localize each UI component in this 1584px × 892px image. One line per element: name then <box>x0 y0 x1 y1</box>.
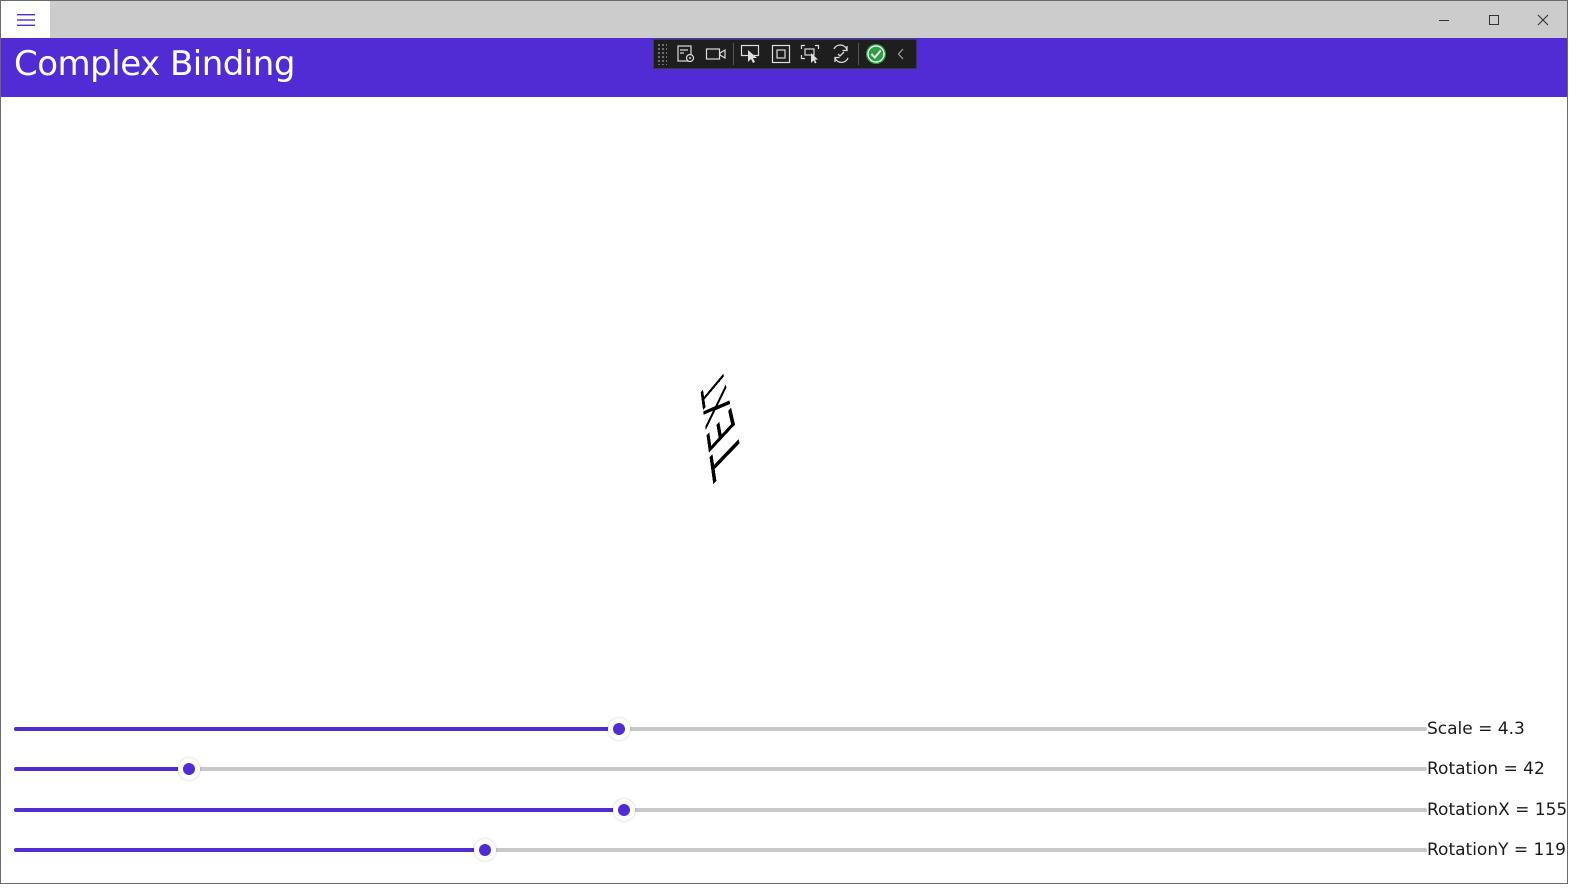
rotationy-slider[interactable] <box>14 839 1427 861</box>
collapse-chevron-icon <box>897 48 904 60</box>
title-bar[interactable] <box>1 1 1567 38</box>
slider-thumb[interactable] <box>613 799 636 821</box>
hot-reload-button[interactable] <box>826 41 856 67</box>
toolbar-separator <box>858 43 859 65</box>
scale-slider-row: Scale = 4.3 <box>14 714 1564 744</box>
scale-slider[interactable] <box>14 718 1427 740</box>
xaml-hot-reload-status-button[interactable] <box>861 41 891 67</box>
minimize-icon <box>1439 19 1449 21</box>
toolbar-grip-handle[interactable] <box>657 43 667 65</box>
rotationy-slider-row: RotationY = 119 <box>14 835 1566 865</box>
hot-reload-icon <box>833 44 849 64</box>
rotationy-label: RotationY = 119 <box>1427 840 1566 860</box>
record-button[interactable] <box>701 41 731 67</box>
page-content: TEXT Scale = 4.3 Rotation = 42 RotationX… <box>1 97 1567 883</box>
hamburger-menu-icon <box>16 13 35 26</box>
maximize-button[interactable] <box>1471 1 1517 38</box>
slider-fill <box>14 808 625 812</box>
close-button[interactable] <box>1520 1 1566 38</box>
slider-fill <box>14 848 485 852</box>
live-visual-tree-button[interactable] <box>671 41 701 67</box>
live-visual-tree-icon <box>677 45 695 63</box>
display-layout-adorners-button[interactable] <box>766 41 796 67</box>
slider-thumb[interactable] <box>473 839 496 861</box>
app-header: Complex Binding <box>1 38 1567 97</box>
track-focused-element-button[interactable] <box>796 41 826 67</box>
transformed-label: TEXT <box>695 357 753 491</box>
debug-toolbar <box>653 39 917 69</box>
minimize-button[interactable] <box>1421 1 1467 38</box>
hamburger-menu-button[interactable] <box>1 1 50 38</box>
page-title: Complex Binding <box>14 44 295 84</box>
toolbar-separator <box>733 43 734 65</box>
app-window: Complex Binding TEXT Scale = 4.3 Rotatio… <box>0 0 1568 884</box>
xaml-hot-reload-status-icon <box>866 44 886 64</box>
record-icon <box>705 48 726 60</box>
rotationx-label: RotationX = 155 <box>1427 800 1568 820</box>
display-layout-adorners-icon <box>771 44 791 64</box>
slider-fill <box>14 767 190 771</box>
rotation-slider[interactable] <box>14 758 1427 780</box>
slider-thumb[interactable] <box>178 758 201 780</box>
slider-thumb[interactable] <box>607 718 630 740</box>
slider-fill <box>14 727 619 731</box>
close-icon <box>1537 14 1549 25</box>
collapse-toolbar-button[interactable] <box>891 41 911 67</box>
rotationx-slider-row: RotationX = 155 <box>14 795 1568 825</box>
select-element-icon <box>740 44 760 63</box>
track-focused-element-icon <box>800 44 820 64</box>
maximize-icon <box>1489 14 1499 25</box>
rotationx-slider[interactable] <box>14 799 1427 821</box>
scale-label: Scale = 4.3 <box>1427 719 1525 739</box>
rotation-slider-row: Rotation = 42 <box>14 754 1564 784</box>
rotation-label: Rotation = 42 <box>1427 759 1545 779</box>
select-element-button[interactable] <box>736 41 766 67</box>
